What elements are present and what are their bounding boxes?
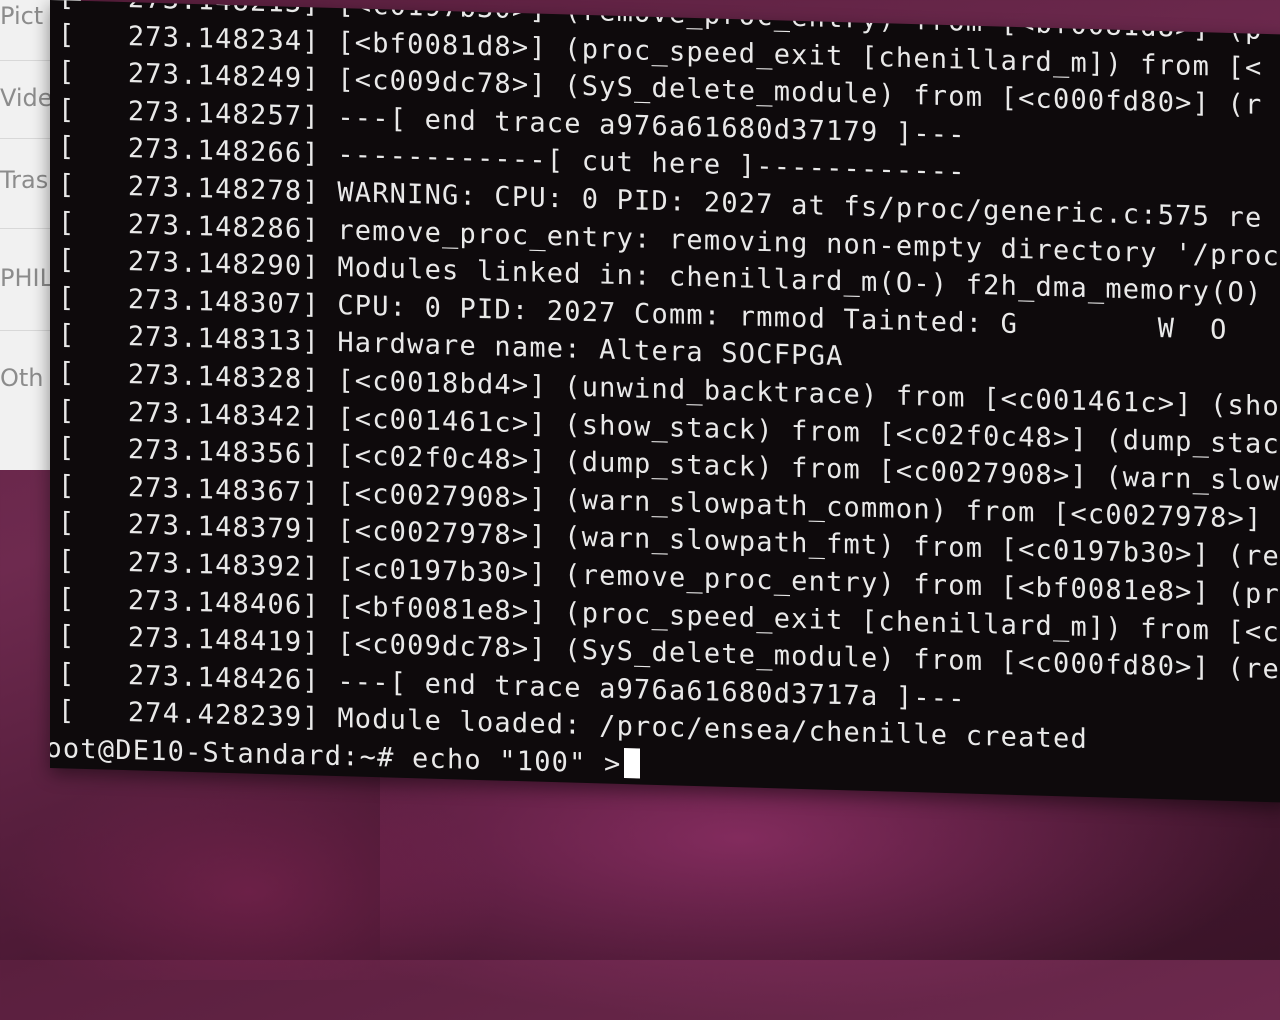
log-timestamp: [ 273.148379] [58, 507, 320, 546]
terminal-output: [ 273.148213] [<c0197b30>] (remove_proc_… [50, 0, 1280, 803]
log-timestamp: [ 273.148419] [58, 620, 320, 659]
log-timestamp: [ 273.148278] [58, 169, 320, 208]
log-timestamp: [ 273.148426] [58, 657, 320, 697]
wallpaper-glow [380, 760, 1280, 1020]
text-cursor [623, 747, 640, 779]
log-timestamp: [ 273.148342] [58, 394, 320, 434]
shell-prompt: root@DE10-Standard:~# [50, 732, 413, 774]
command-input[interactable]: echo "100" > [412, 743, 621, 780]
log-timestamp: [ 273.148286] [58, 206, 320, 246]
log-timestamp: [ 273.148290] [58, 244, 320, 283]
terminal-window[interactable]: [ 273.148213] [<c0197b30>] (remove_proc_… [50, 0, 1280, 803]
log-timestamp: [ 273.148392] [58, 545, 320, 584]
log-timestamp: [ 273.148234] [58, 18, 320, 58]
log-timestamp: [ 273.148367] [58, 469, 320, 509]
log-timestamp: [ 273.148249] [58, 56, 320, 95]
wallpaper-glow-left [0, 760, 500, 980]
log-timestamp: [ 274.428239] [58, 695, 320, 734]
log-timestamp: [ 273.148406] [58, 582, 320, 622]
log-timestamp: [ 273.148307] [58, 281, 320, 321]
log-timestamp: [ 273.148266] [58, 131, 320, 170]
log-timestamp: [ 273.148356] [58, 432, 320, 471]
log-timestamp: [ 273.148257] [58, 94, 320, 133]
log-timestamp: [ 273.148313] [58, 319, 320, 358]
log-timestamp: [ 273.148328] [58, 357, 320, 396]
